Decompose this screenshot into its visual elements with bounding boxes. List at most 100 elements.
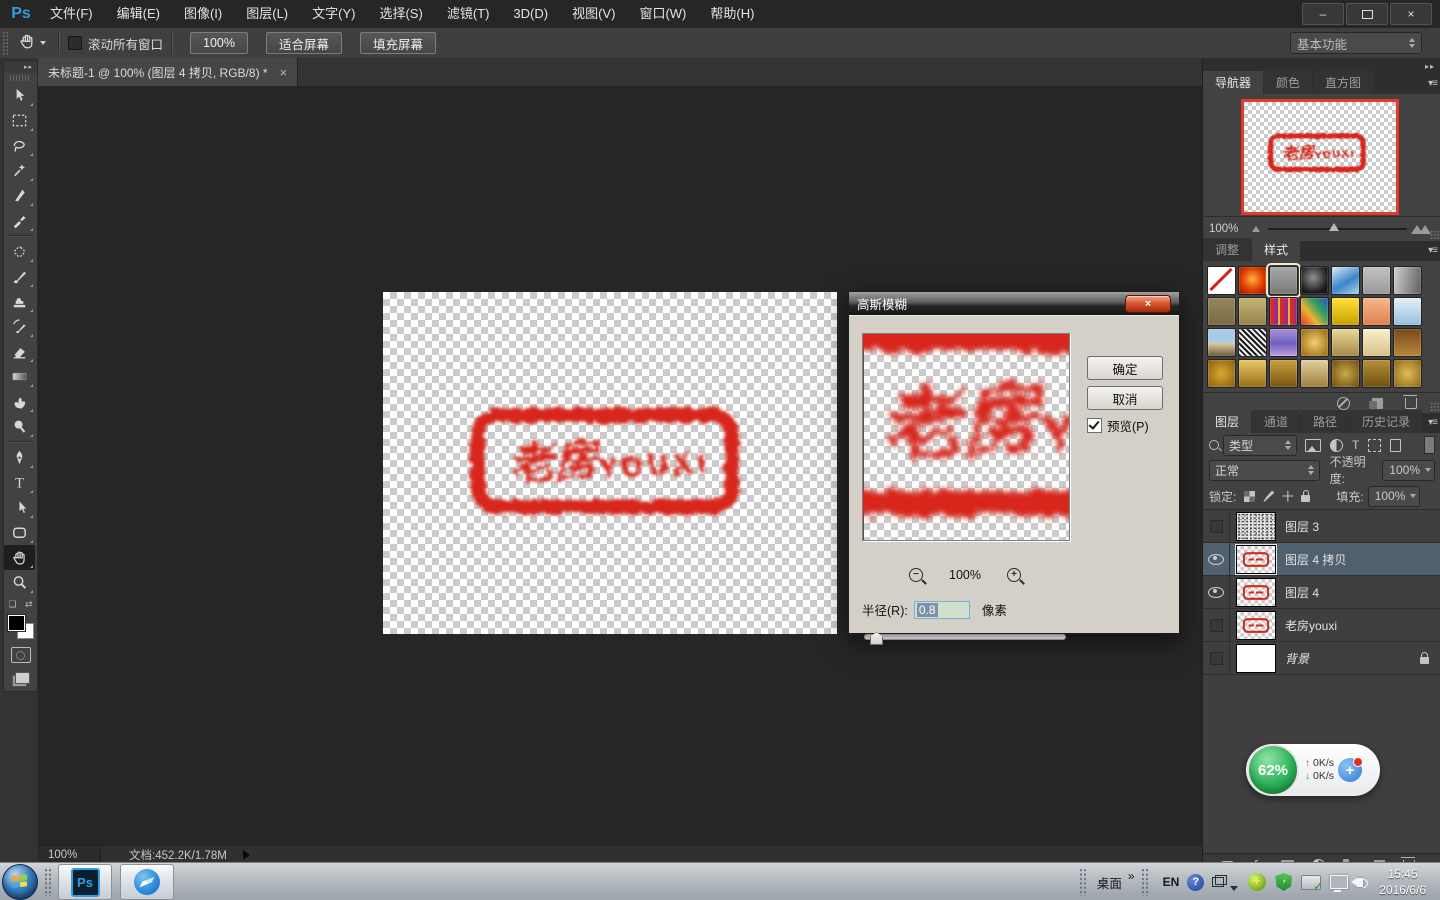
menu-item[interactable]: 图像(I) [172, 0, 234, 28]
style-swatch[interactable] [1269, 297, 1298, 326]
ok-button[interactable]: 确定 [1087, 356, 1163, 380]
style-swatch[interactable] [1238, 266, 1267, 295]
styles-tab[interactable]: 调整 [1203, 238, 1251, 261]
magic-wand-tool[interactable] [4, 158, 35, 183]
blur-preview[interactable]: 老房 YOUXI [862, 333, 1070, 541]
preview-checkbox-row[interactable]: 预览(P) [1087, 416, 1149, 435]
foreground-color-swatch[interactable] [8, 615, 25, 631]
style-swatch[interactable] [1207, 359, 1236, 388]
eyedropper-tool[interactable] [4, 208, 35, 233]
document-canvas[interactable]: 老房 YOUXI [383, 292, 837, 634]
layer-row[interactable]: 图层 3 [1203, 510, 1440, 543]
zoom-100-button[interactable]: 100% [190, 32, 248, 54]
layer-name[interactable]: 老房youxi [1285, 617, 1337, 634]
fill-dropdown[interactable]: 100% [1368, 486, 1421, 507]
lock-all-icon[interactable] [1301, 491, 1310, 502]
layer-thumbnail[interactable] [1236, 644, 1276, 673]
taskbar-photoshop-button[interactable]: Ps [58, 864, 112, 900]
style-swatch[interactable] [1238, 328, 1267, 357]
brush-tool[interactable] [4, 264, 35, 289]
filter-shape-layers-icon[interactable] [1368, 439, 1381, 452]
tab-close-icon[interactable]: × [280, 65, 288, 80]
minimize-button[interactable]: – [1302, 3, 1344, 25]
shape-tool[interactable] [4, 520, 35, 545]
navigator-tab[interactable]: 直方图 [1313, 71, 1373, 94]
floating-speed-widget[interactable]: 62% ↑0K/s ↓0K/s + [1246, 744, 1380, 796]
menu-item[interactable]: 图层(L) [234, 0, 300, 28]
styles-tab[interactable]: 样式 [1252, 238, 1300, 261]
eraser-tool[interactable] [4, 339, 35, 364]
style-swatch[interactable] [1331, 266, 1360, 295]
zoom-out-small-icon[interactable] [1252, 226, 1260, 232]
layer-visibility-empty[interactable] [1203, 642, 1230, 674]
document-tab[interactable]: 未标题-1 @ 100% (图层 4 拷贝, RGB/8) * × [38, 58, 298, 86]
filter-toggle[interactable] [1424, 436, 1435, 454]
radius-slider[interactable] [864, 632, 1064, 644]
toolbox-collapse[interactable]: ▸▸ [4, 61, 37, 73]
scroll-all-windows-checkbox[interactable] [68, 36, 82, 50]
style-swatch[interactable] [1207, 297, 1236, 326]
panel-menu-icon[interactable]: ▾≡ [1428, 417, 1437, 428]
layer-row[interactable]: 图层 4 [1203, 576, 1440, 609]
layer-row[interactable]: 背景 [1203, 642, 1440, 675]
lock-position-icon[interactable] [1282, 491, 1293, 502]
navigator-zoom-value[interactable]: 100% [1209, 223, 1238, 235]
smudge-tool[interactable] [4, 389, 35, 414]
lasso-tool[interactable] [4, 133, 35, 158]
menu-item[interactable]: 文字(Y) [300, 0, 367, 28]
layer-name[interactable]: 图层 3 [1285, 518, 1319, 535]
antivirus-tray-icon[interactable] [1248, 873, 1266, 891]
navigator-zoom-slider[interactable] [1268, 228, 1407, 230]
marquee-tool[interactable] [4, 108, 35, 133]
menu-item[interactable]: 滤镜(T) [435, 0, 502, 28]
style-swatch[interactable] [1393, 297, 1422, 326]
swap-colors-icon[interactable]: ❏⇄ [9, 599, 33, 611]
move-tool[interactable] [4, 83, 35, 108]
language-indicator[interactable]: EN [1163, 875, 1180, 889]
layer-visibility-eye-icon[interactable] [1203, 543, 1230, 575]
style-swatch[interactable] [1300, 297, 1329, 326]
update-check-tray-icon[interactable] [1301, 875, 1321, 890]
layer-thumbnail[interactable] [1236, 578, 1276, 607]
style-swatch[interactable] [1269, 266, 1298, 295]
style-swatch[interactable] [1331, 297, 1360, 326]
panel-resize-grip[interactable] [1430, 230, 1440, 240]
navigator-tab[interactable]: 颜色 [1264, 71, 1312, 94]
zoom-in-icon[interactable]: + [1007, 568, 1021, 582]
clear-style-icon[interactable] [1337, 397, 1350, 410]
style-swatch[interactable] [1238, 297, 1267, 326]
status-zoom[interactable]: 100% [38, 847, 101, 862]
volume-tray-icon[interactable] [1357, 878, 1363, 887]
style-swatch[interactable] [1331, 359, 1360, 388]
style-swatch[interactable] [1362, 359, 1391, 388]
menu-item[interactable]: 3D(D) [501, 0, 560, 28]
layer-name[interactable]: 图层 4 拷贝 [1285, 551, 1346, 568]
workspace-selector[interactable]: 基本功能 [1290, 32, 1422, 54]
panel-menu-icon[interactable]: ▾≡ [1428, 245, 1437, 256]
taskbar-browser-button[interactable] [120, 864, 174, 900]
dialog-close-button[interactable]: × [1125, 295, 1171, 313]
zoom-tool[interactable] [4, 570, 35, 595]
widget-plus-button[interactable]: + [1338, 758, 1362, 782]
type-tool[interactable]: T [4, 470, 35, 495]
memory-percent-ball[interactable]: 62% [1247, 744, 1299, 796]
zoom-out-icon[interactable]: − [909, 568, 923, 582]
menu-item[interactable]: 窗口(W) [627, 0, 698, 28]
layer-visibility-empty[interactable] [1203, 609, 1230, 641]
style-swatch[interactable] [1362, 266, 1391, 295]
layer-visibility-eye-icon[interactable] [1203, 576, 1230, 608]
new-style-icon[interactable] [1372, 398, 1383, 409]
filter-type-dropdown[interactable]: 类型 [1223, 435, 1297, 456]
network-tray-icon[interactable] [1330, 875, 1348, 889]
history-brush-tool[interactable] [4, 314, 35, 339]
ime-help-icon[interactable]: ? [1187, 874, 1204, 891]
delete-style-icon[interactable] [1405, 398, 1417, 409]
layer-thumbnail[interactable] [1236, 512, 1276, 541]
close-button[interactable]: × [1390, 3, 1432, 25]
screen-mode-button[interactable] [12, 672, 30, 685]
layer-visibility-empty[interactable] [1203, 510, 1230, 542]
panel-resize-grip[interactable] [1430, 402, 1440, 412]
style-swatch[interactable] [1393, 266, 1422, 295]
lock-transparency-icon[interactable] [1244, 491, 1255, 502]
menu-item[interactable]: 选择(S) [367, 0, 434, 28]
